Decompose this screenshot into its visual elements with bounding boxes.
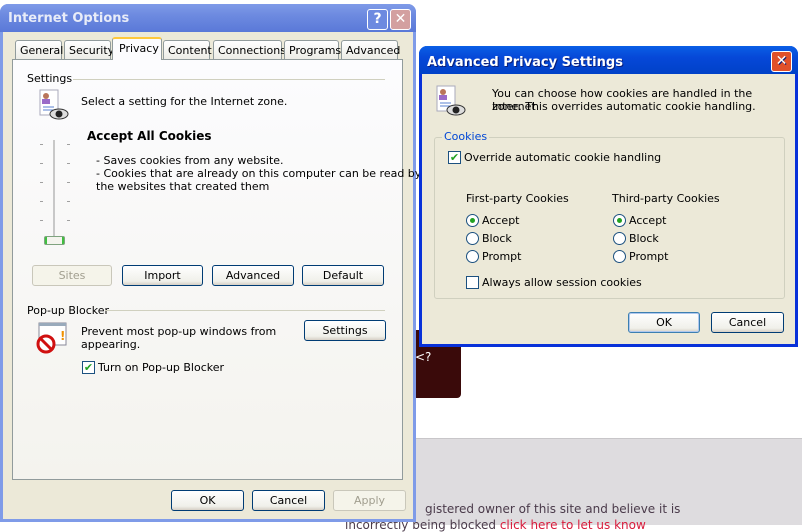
privacy-desc-2: - Cookies that are already on this compu…	[96, 167, 422, 180]
slider-tick	[40, 220, 43, 221]
help-icon[interactable]: ?	[367, 9, 388, 30]
cookies-group-label: Cookies	[442, 130, 490, 143]
slider-tick	[40, 144, 43, 145]
settings-divider	[73, 79, 385, 80]
third-party-prompt-radio[interactable]	[613, 250, 626, 263]
slider-tick	[40, 163, 43, 164]
background-fragment: <?	[415, 350, 432, 364]
background-text: gistered owner of this site and believe …	[425, 502, 681, 516]
first-party-prompt-radio[interactable]	[466, 250, 479, 263]
popup-desc-2: appearing.	[81, 338, 141, 351]
dialog-title-bar[interactable]: Advanced Privacy Settings ✕	[419, 46, 798, 74]
slider-tick	[67, 144, 70, 145]
privacy-icon	[436, 85, 466, 117]
privacy-desc-3: the websites that created them	[96, 180, 270, 193]
close-icon[interactable]: ✕	[390, 9, 411, 30]
tab-privacy[interactable]: Privacy	[112, 37, 162, 60]
cancel-button[interactable]: Cancel	[252, 490, 325, 511]
override-label: Override automatic cookie handling	[464, 151, 662, 164]
override-checkbox[interactable]: ✔	[448, 151, 461, 164]
title-bar[interactable]: Internet Options ? ✕	[0, 4, 416, 32]
slider-tick	[67, 163, 70, 164]
close-icon[interactable]: ✕	[771, 51, 792, 72]
svg-text:!: !	[60, 329, 65, 343]
default-button[interactable]: Default	[302, 265, 384, 286]
advanced-privacy-dialog: Advanced Privacy Settings ✕ You can choo…	[419, 46, 798, 347]
tab-advanced[interactable]: Advanced	[341, 40, 400, 60]
popup-desc-1: Prevent most pop-up windows from	[81, 325, 277, 338]
sites-button[interactable]: Sites	[32, 265, 112, 286]
popup-group-label: Pop-up Blocker	[27, 304, 110, 317]
slider-track	[53, 140, 55, 244]
popup-blocker-checkbox[interactable]: ✔	[82, 361, 95, 374]
slider-tick	[67, 220, 70, 221]
popup-divider	[105, 310, 385, 311]
popup-settings-button[interactable]: Settings	[304, 320, 386, 341]
session-cookies-label: Always allow session cookies	[482, 276, 642, 289]
first-party-block-label: Block	[482, 232, 512, 245]
tab-connections[interactable]: Connections	[213, 40, 286, 60]
privacy-level-title: Accept All Cookies	[87, 129, 212, 143]
dialog-ok-button[interactable]: OK	[628, 312, 700, 333]
advanced-button[interactable]: Advanced	[212, 265, 294, 286]
first-party-block-radio[interactable]	[466, 232, 479, 245]
first-party-prompt-label: Prompt	[482, 250, 522, 263]
third-party-block-label: Block	[629, 232, 659, 245]
first-party-label: First-party Cookies	[466, 192, 569, 205]
dialog-intro-2: zone. This overrides automatic cookie ha…	[492, 100, 756, 113]
tab-programs[interactable]: Programs	[284, 40, 341, 60]
third-party-prompt-label: Prompt	[629, 250, 669, 263]
tab-security[interactable]: Security	[64, 40, 114, 60]
settings-group-label: Settings	[27, 72, 73, 85]
ok-button[interactable]: OK	[171, 490, 244, 511]
slider-tick	[40, 201, 43, 202]
import-button[interactable]: Import	[122, 265, 203, 286]
zone-intro: Select a setting for the Internet zone.	[81, 95, 288, 108]
slider-thumb[interactable]	[44, 236, 65, 245]
tab-general[interactable]: General	[15, 40, 63, 60]
first-party-accept-radio[interactable]	[466, 214, 479, 227]
privacy-icon	[39, 89, 69, 121]
slider-tick	[40, 182, 43, 183]
dialog-cancel-button[interactable]: Cancel	[711, 312, 784, 333]
slider-tick	[67, 201, 70, 202]
privacy-slider[interactable]	[38, 138, 72, 248]
third-party-block-radio[interactable]	[613, 232, 626, 245]
let-us-know-link[interactable]: click here to let us know	[500, 518, 646, 532]
slider-tick	[67, 182, 70, 183]
third-party-label: Third-party Cookies	[612, 192, 720, 205]
popup-blocker-label: Turn on Pop-up Blocker	[98, 361, 225, 374]
apply-button[interactable]: Apply	[333, 490, 406, 511]
popup-blocker-icon: !	[36, 322, 68, 354]
window-title: Internet Options	[8, 11, 130, 26]
third-party-accept-radio[interactable]	[613, 214, 626, 227]
first-party-accept-label: Accept	[482, 214, 520, 227]
tab-content[interactable]: Content	[163, 40, 212, 60]
session-cookies-checkbox[interactable]	[466, 276, 479, 289]
privacy-desc-1: - Saves cookies from any website.	[96, 154, 284, 167]
dialog-title: Advanced Privacy Settings	[427, 55, 623, 70]
third-party-accept-label: Accept	[629, 214, 667, 227]
